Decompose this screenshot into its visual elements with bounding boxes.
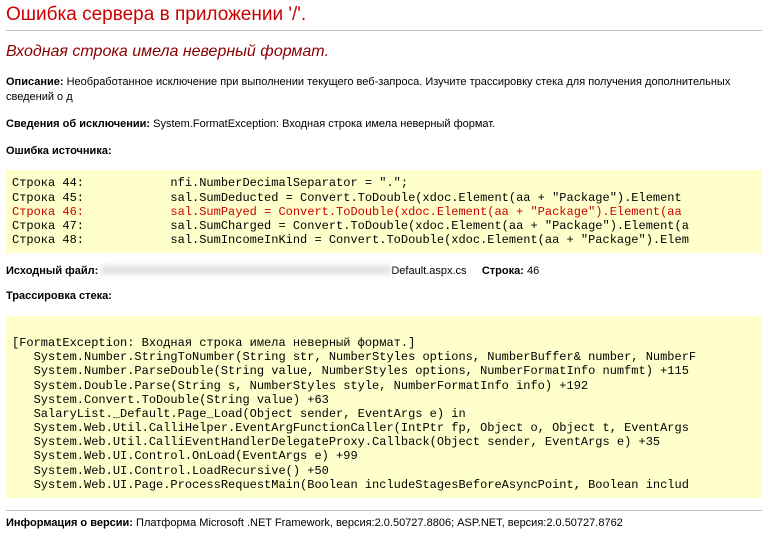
version-row: Информация о версии: Платформа Microsoft… [6, 517, 762, 529]
source-error-label-row: Ошибка источника: [6, 144, 762, 159]
source-error-codebox: Строка 44: nfi.NumberDecimalSeparator = … [6, 170, 762, 253]
exception-message-heading: Входная строка имела неверный формат. [6, 43, 762, 61]
stack-trace-label: Трассировка стека: [6, 290, 112, 302]
source-line-number: 46 [527, 265, 539, 277]
exception-details-text: System.FormatException: Входная строка и… [153, 118, 495, 130]
description-label: Описание: [6, 76, 64, 88]
stack-trace-label-row: Трассировка стека: [6, 289, 762, 304]
description-text: Необработанное исключение при выполнении… [6, 76, 730, 103]
stack-trace-pre: [FormatException: Входная строка имела н… [6, 320, 762, 494]
source-error-label: Ошибка источника: [6, 145, 112, 157]
version-label: Информация о версии: [6, 517, 133, 529]
source-file-label: Исходный файл: [6, 265, 98, 277]
error-page: Ошибка сервера в приложении '/'. Входная… [0, 0, 768, 535]
divider [6, 510, 762, 511]
divider [6, 30, 762, 31]
source-file-suffix: Default.aspx.cs [391, 265, 466, 277]
description-row: Описание: Необработанное исключение при … [6, 75, 762, 105]
exception-details-row: Сведения об исключении: System.FormatExc… [6, 117, 762, 132]
source-line-label: Строка: [482, 265, 524, 277]
exception-details-label: Сведения об исключении: [6, 118, 150, 130]
source-file-row: Исходный файл: xxxxxxxxxxxxxxxxxxxxxxxxx… [6, 265, 762, 277]
stack-trace-codebox: [FormatException: Входная строка имела н… [6, 316, 762, 498]
source-error-pre: Строка 44: nfi.NumberDecimalSeparator = … [6, 174, 762, 249]
page-title: Ошибка сервера в приложении '/'. [6, 4, 762, 26]
redacted-path: xxxxxxxxxxxxxxxxxxxxxxxxxxxxxxxxxxxxxxxx [101, 265, 391, 275]
version-text: Платформа Microsoft .NET Framework, верс… [136, 517, 623, 529]
